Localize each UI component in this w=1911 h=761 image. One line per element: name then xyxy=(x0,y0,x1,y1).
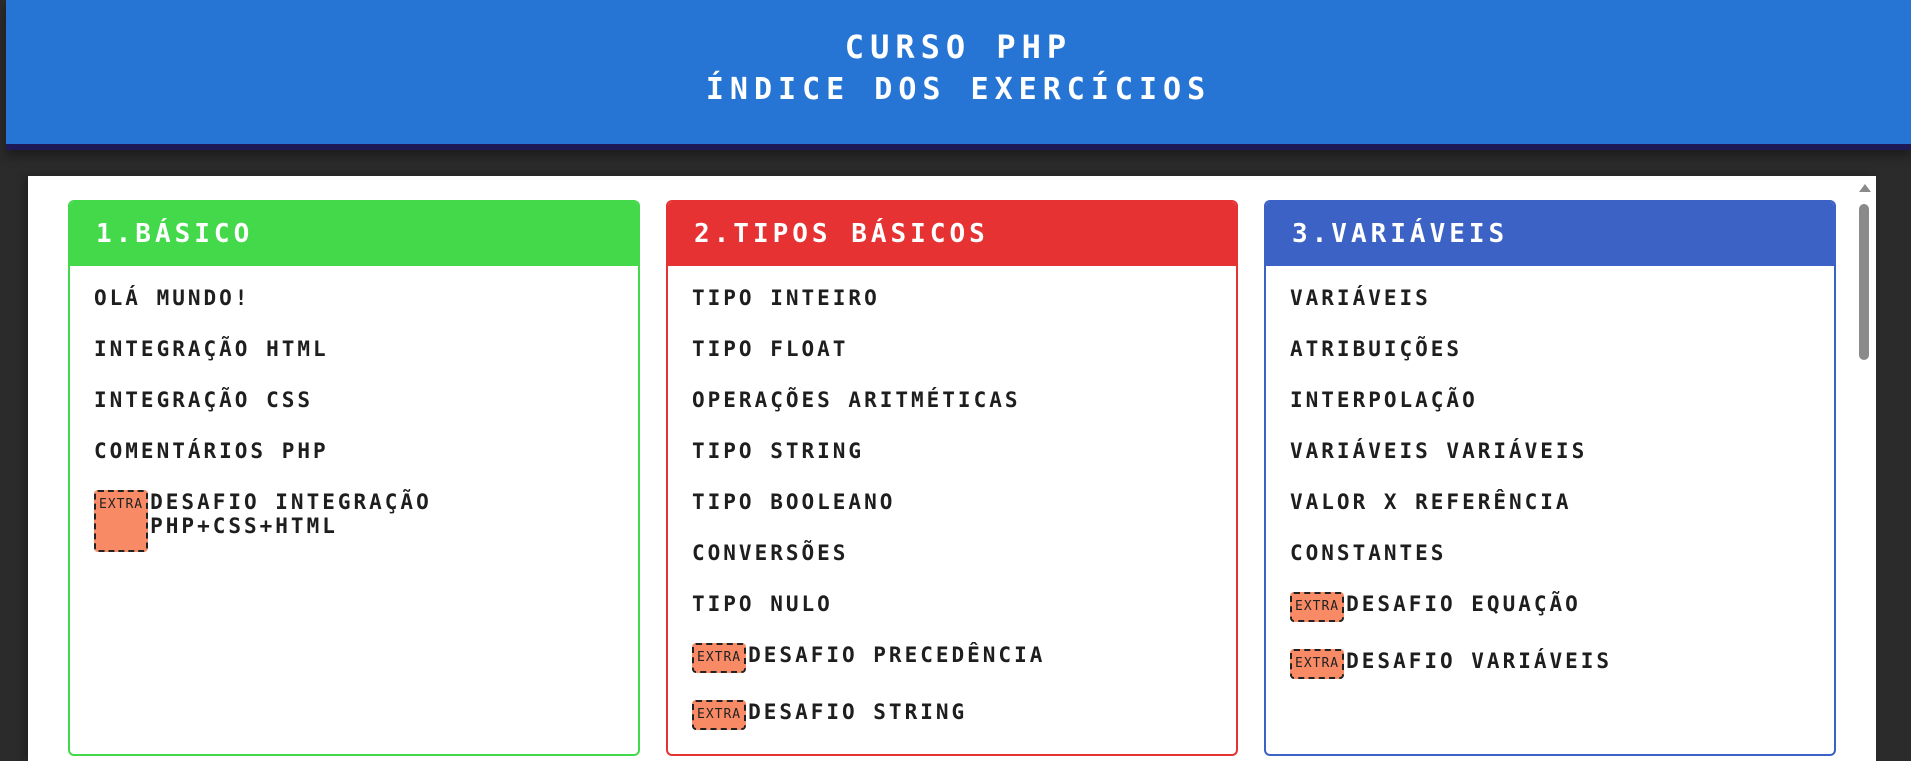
exercise-link[interactable]: Tipo Float xyxy=(692,337,1236,361)
page-subtitle: Índice dos Exercícios xyxy=(705,72,1212,107)
exercise-link[interactable]: Tipo Booleano xyxy=(692,490,1236,514)
extra-badge: EXTRA xyxy=(692,643,747,673)
extra-badge: EXTRA xyxy=(94,490,149,552)
exercise-link[interactable]: Interpolação xyxy=(1290,388,1834,412)
section-title: 1.Básico xyxy=(70,202,638,266)
exercise-link[interactable]: Integração HTML xyxy=(94,337,638,361)
exercise-link[interactable]: EXTRA Desafio Variáveis xyxy=(1290,649,1834,679)
section-card-basico: 1.Básico Olá Mundo! Integração HTML Inte… xyxy=(68,200,640,756)
exercise-link[interactable]: Tipo Nulo xyxy=(692,592,1236,616)
exercise-link[interactable]: Conversões xyxy=(692,541,1236,565)
exercise-link[interactable]: Constantes xyxy=(1290,541,1834,565)
scrollbar-thumb[interactable] xyxy=(1859,204,1869,360)
section-card-variaveis: 3.Variáveis Variáveis Atribuições Interp… xyxy=(1264,200,1836,756)
exercise-link[interactable]: Operações Aritméticas xyxy=(692,388,1236,412)
extra-badge: EXTRA xyxy=(692,700,747,730)
content-area: 1.Básico Olá Mundo! Integração HTML Inte… xyxy=(28,176,1876,761)
chevron-up-icon[interactable] xyxy=(1859,184,1871,192)
exercise-link[interactable]: Comentários PHP xyxy=(94,439,638,463)
exercise-link[interactable]: EXTRA Desafio Precedência xyxy=(692,643,1236,673)
section-title: 3.Variáveis xyxy=(1266,202,1834,266)
exercise-link[interactable]: EXTRA Desafio Integração PHP+CSS+HTML xyxy=(94,490,638,552)
exercise-link[interactable]: Valor x Referência xyxy=(1290,490,1834,514)
exercise-link[interactable]: Variáveis Variáveis xyxy=(1290,439,1834,463)
extra-badge: EXTRA xyxy=(1290,649,1345,679)
exercise-link[interactable]: Olá Mundo! xyxy=(94,286,638,310)
exercise-link[interactable]: Integração CSS xyxy=(94,388,638,412)
page-title: Curso PHP xyxy=(844,28,1073,66)
section-title: 2.Tipos Básicos xyxy=(668,202,1236,266)
exercise-link[interactable]: Tipo String xyxy=(692,439,1236,463)
exercise-link[interactable]: Variáveis xyxy=(1290,286,1834,310)
exercise-link[interactable]: EXTRA Desafio Equação xyxy=(1290,592,1834,622)
exercise-list: Olá Mundo! Integração HTML Integração CS… xyxy=(70,266,638,552)
section-card-tipos-basicos: 2.Tipos Básicos Tipo Inteiro Tipo Float … xyxy=(666,200,1238,756)
page-header: Curso PHP Índice dos Exercícios xyxy=(6,0,1911,150)
exercise-link[interactable]: Tipo Inteiro xyxy=(692,286,1236,310)
exercise-link[interactable]: EXTRA Desafio String xyxy=(692,700,1236,730)
extra-badge: EXTRA xyxy=(1290,592,1345,622)
exercise-list: Variáveis Atribuições Interpolação Variá… xyxy=(1266,266,1834,679)
vertical-scrollbar[interactable] xyxy=(1854,176,1876,761)
exercise-list: Tipo Inteiro Tipo Float Operações Aritmé… xyxy=(668,266,1236,730)
exercise-link[interactable]: Atribuições xyxy=(1290,337,1834,361)
